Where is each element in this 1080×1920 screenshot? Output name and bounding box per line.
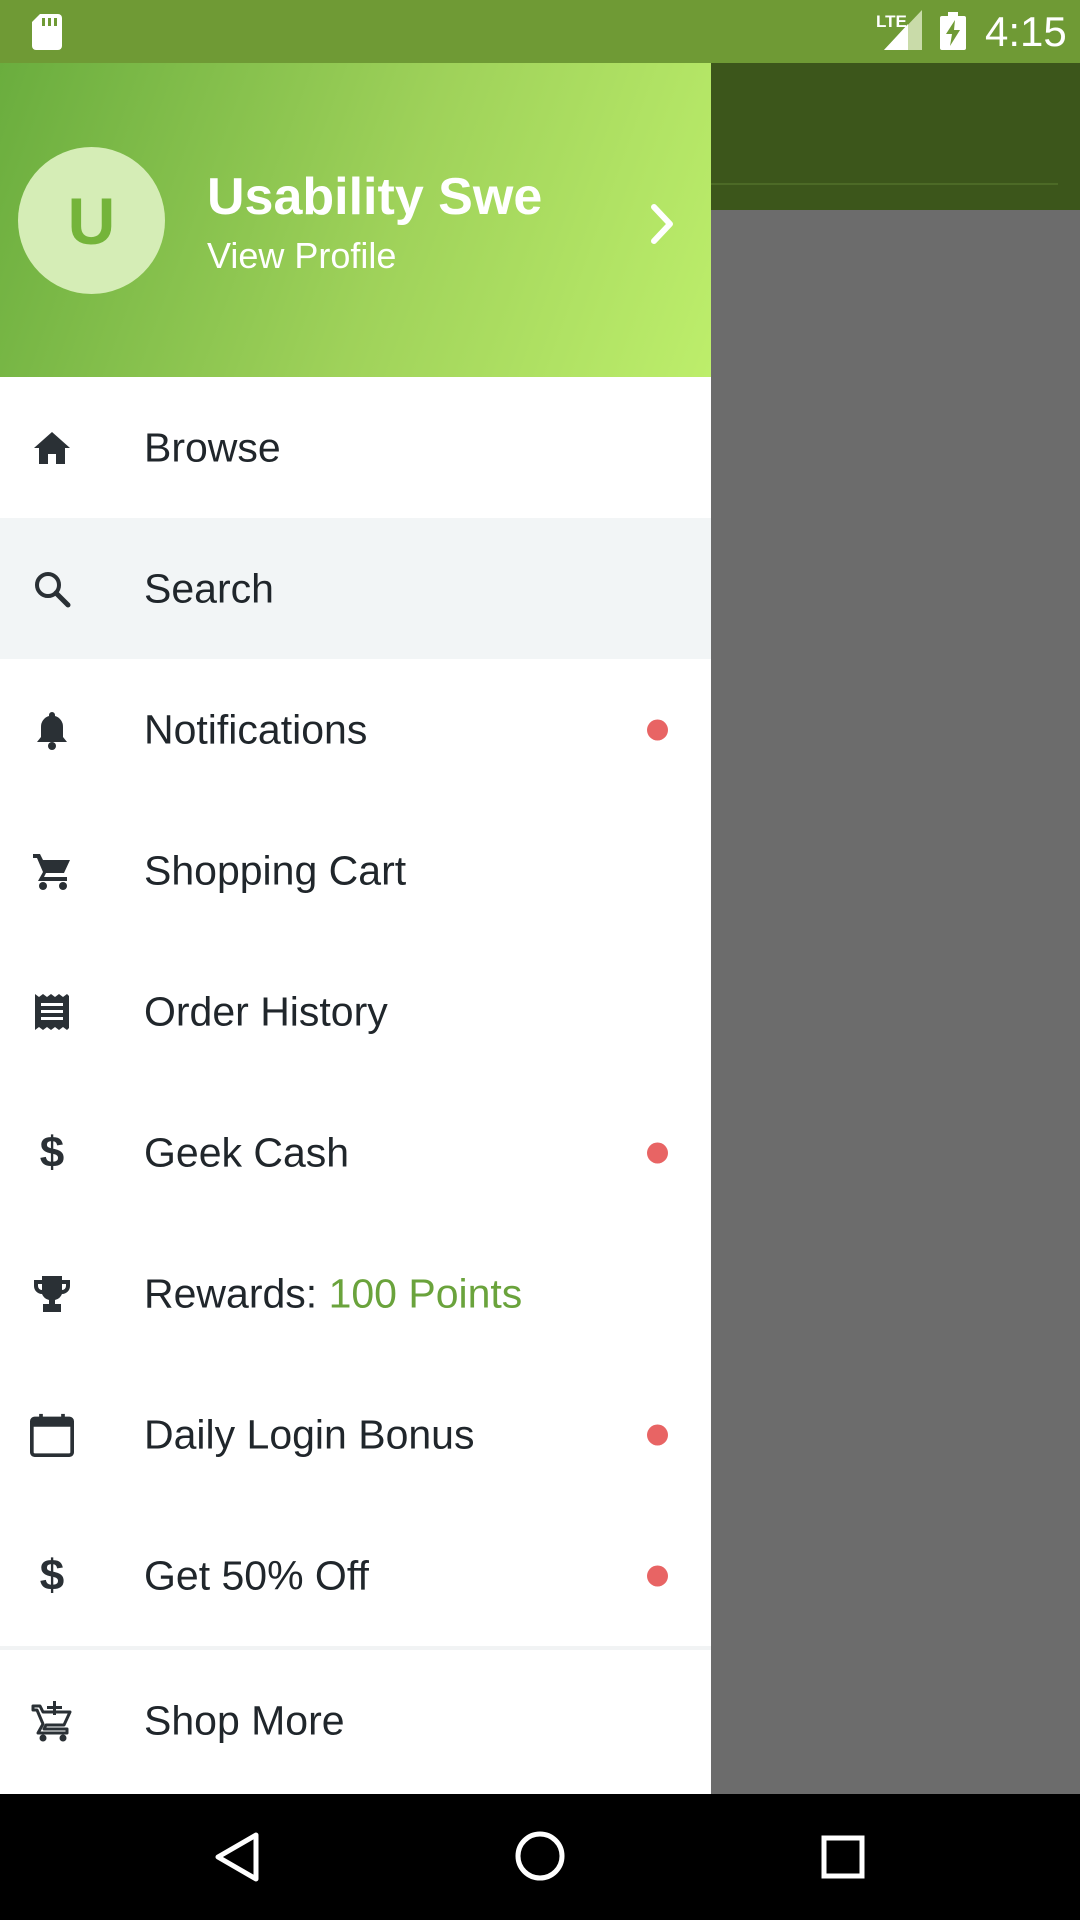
receipt-icon	[30, 990, 74, 1034]
drawer-menu: Browse Search Notifications Shopping Car…	[0, 377, 711, 1791]
rewards-label: Rewards:	[144, 1270, 329, 1316]
calendar-icon	[30, 1413, 74, 1457]
status-bar: LTE 4:15	[0, 0, 1080, 63]
view-profile-link[interactable]: View Profile	[207, 235, 396, 277]
menu-item-label: Rewards: 100 Points	[144, 1270, 522, 1317]
menu-item-shop-more[interactable]: Shop More	[0, 1650, 711, 1791]
notification-badge	[647, 1424, 668, 1445]
menu-item-label: Notifications	[144, 706, 368, 752]
menu-item-get-50-off[interactable]: $ Get 50% Off	[0, 1505, 711, 1646]
back-icon[interactable]	[214, 1831, 260, 1883]
menu-item-label: Get 50% Off	[144, 1552, 369, 1598]
sd-card-icon	[32, 14, 62, 50]
navigation-drawer: U Usability Swe View Profile Browse Sear…	[0, 63, 711, 1794]
clock: 4:15	[985, 8, 1067, 55]
cart-icon	[30, 849, 74, 893]
menu-item-order-history[interactable]: Order History	[0, 941, 711, 1082]
menu-item-daily-login-bonus[interactable]: Daily Login Bonus	[0, 1364, 711, 1505]
trophy-icon	[30, 1272, 74, 1316]
notification-badge	[647, 1565, 668, 1586]
notification-badge	[647, 1142, 668, 1163]
background-divider	[710, 183, 1058, 185]
search-icon	[30, 567, 74, 611]
battery-charging-icon	[940, 12, 966, 50]
recent-apps-icon[interactable]	[821, 1835, 865, 1879]
menu-item-label: Shopping Cart	[144, 847, 407, 893]
add-cart-icon	[30, 1699, 74, 1743]
menu-item-label: Shop More	[144, 1697, 345, 1743]
menu-item-label: Order History	[144, 988, 388, 1034]
signal-icon	[884, 10, 922, 50]
notification-badge	[647, 719, 668, 740]
home-icon	[30, 426, 74, 470]
dollar-icon: $	[39, 1127, 65, 1177]
bell-icon	[30, 708, 74, 752]
dollar-icon: $	[39, 1550, 65, 1600]
menu-item-label: Search	[144, 565, 274, 611]
system-nav-bar	[0, 1794, 1080, 1920]
home-nav-icon[interactable]	[514, 1830, 566, 1882]
user-name: Usability Swe	[207, 168, 543, 226]
menu-item-rewards[interactable]: Rewards: 100 Points	[0, 1223, 711, 1364]
menu-item-notifications[interactable]: Notifications	[0, 659, 711, 800]
menu-item-geek-cash[interactable]: $ Geek Cash	[0, 1082, 711, 1223]
chevron-right-icon[interactable]	[648, 201, 678, 247]
menu-item-browse[interactable]: Browse	[0, 377, 711, 518]
rewards-points: 100 Points	[328, 1270, 523, 1316]
menu-item-shopping-cart[interactable]: Shopping Cart	[0, 800, 711, 941]
menu-item-label: Browse	[144, 424, 281, 470]
profile-header[interactable]: U Usability Swe View Profile	[0, 63, 711, 377]
menu-item-search[interactable]: Search	[0, 518, 711, 659]
avatar-initial: U	[67, 183, 116, 258]
menu-item-label: Daily Login Bonus	[144, 1411, 475, 1457]
menu-item-label: Geek Cash	[144, 1129, 350, 1175]
avatar[interactable]: U	[18, 147, 165, 294]
